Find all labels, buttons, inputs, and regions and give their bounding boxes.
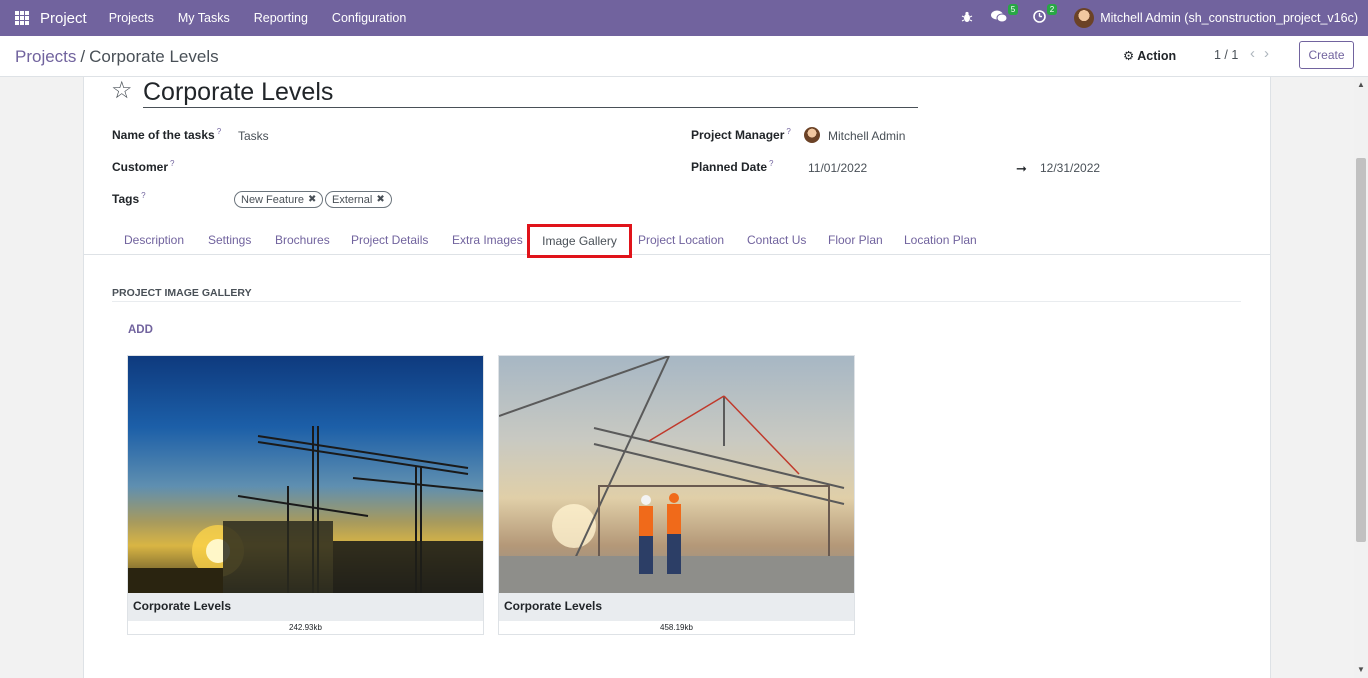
tab-description[interactable]: Description xyxy=(124,233,184,247)
favorite-star-icon[interactable]: ☆ xyxy=(111,78,133,104)
menu-reporting[interactable]: Reporting xyxy=(254,11,308,25)
tag-new-feature[interactable]: New Feature ✖ xyxy=(234,191,324,208)
tags-label: Tags? xyxy=(112,191,146,206)
gallery-card[interactable]: Corporate Levels 242.93kb xyxy=(127,355,484,635)
breadcrumb-separator: / xyxy=(80,47,86,66)
manager-avatar xyxy=(804,127,820,143)
breadcrumb-projects[interactable]: Projects xyxy=(15,47,76,66)
menu-projects[interactable]: Projects xyxy=(109,11,154,25)
arrow-right-icon: ➞ xyxy=(1016,161,1027,176)
gallery-section-title: PROJECT IMAGE GALLERY xyxy=(112,287,252,299)
top-navbar: Project Projects My Tasks Reporting Conf… xyxy=(0,0,1368,36)
planned-end-field[interactable]: 12/31/2022 xyxy=(1040,161,1100,175)
activities-badge: 2 xyxy=(1046,4,1058,15)
tab-brochures[interactable]: Brochures xyxy=(275,233,330,247)
pager-arrows: ‹› xyxy=(1250,45,1278,62)
planned-start-field[interactable]: 11/01/2022 xyxy=(808,161,867,175)
help-mark: ? xyxy=(170,159,175,168)
tasks-label: Name of the tasks? xyxy=(112,127,222,142)
chevron-left-icon[interactable]: ‹ xyxy=(1250,45,1264,62)
gallery-image[interactable] xyxy=(499,356,854,593)
tab-project-details[interactable]: Project Details xyxy=(351,233,428,247)
gallery-image[interactable] xyxy=(128,356,483,593)
gallery-file-size: 458.19kb xyxy=(660,623,693,632)
scroll-down-arrow-icon[interactable]: ▼ xyxy=(1357,665,1365,674)
user-menu[interactable]: Mitchell Admin (sh_construction_project_… xyxy=(1100,11,1358,25)
bug-icon[interactable] xyxy=(961,11,973,26)
messages-badge: 5 xyxy=(1007,4,1019,15)
scroll-up-arrow-icon[interactable]: ▲ xyxy=(1357,80,1365,89)
tab-floor-plan[interactable]: Floor Plan xyxy=(828,233,883,247)
tab-location-plan[interactable]: Location Plan xyxy=(904,233,977,247)
add-image-button[interactable]: ADD xyxy=(128,324,153,336)
tab-image-gallery[interactable]: Image Gallery xyxy=(527,224,632,258)
create-button[interactable]: Create xyxy=(1299,41,1354,69)
systray: 5 2 Mitchell Admin (sh_construction_proj… xyxy=(961,0,1368,36)
pager-value[interactable]: 1 / 1 xyxy=(1214,48,1238,62)
tasks-field[interactable]: Tasks xyxy=(238,129,269,143)
remove-tag-icon[interactable]: ✖ xyxy=(376,194,384,205)
app-brand[interactable]: Project xyxy=(40,10,87,27)
control-panel: Projects / Corporate Levels ⚙ Action 1 / 1… xyxy=(0,36,1368,77)
customer-label: Customer? xyxy=(112,159,175,174)
manager-label: Project Manager? xyxy=(691,127,791,142)
tag-external[interactable]: External ✖ xyxy=(325,191,392,208)
breadcrumb: Projects / Corporate Levels xyxy=(15,47,219,67)
tab-project-location[interactable]: Project Location xyxy=(638,233,724,247)
help-mark: ? xyxy=(769,159,774,168)
manager-field[interactable]: Mitchell Admin xyxy=(828,129,905,143)
menu-configuration[interactable]: Configuration xyxy=(332,11,406,25)
action-button[interactable]: ⚙ Action xyxy=(1123,48,1176,63)
help-mark: ? xyxy=(216,127,222,136)
action-label: Action xyxy=(1137,49,1177,63)
tab-extra-images[interactable]: Extra Images xyxy=(452,233,523,247)
chevron-right-icon[interactable]: › xyxy=(1264,45,1278,62)
gallery-caption: Corporate Levels xyxy=(128,593,483,621)
menu-my-tasks[interactable]: My Tasks xyxy=(178,11,230,25)
tab-settings[interactable]: Settings xyxy=(208,233,251,247)
planned-date-label: Planned Date? xyxy=(691,159,774,174)
remove-tag-icon[interactable]: ✖ xyxy=(308,194,316,205)
user-avatar[interactable] xyxy=(1074,8,1095,28)
section-divider xyxy=(112,301,1241,302)
project-title-field[interactable]: Corporate Levels xyxy=(143,78,918,108)
breadcrumb-current: Corporate Levels xyxy=(89,47,219,66)
apps-menu-icon[interactable] xyxy=(15,11,29,25)
tab-contact-us[interactable]: Contact Us xyxy=(747,233,806,247)
messages-icon[interactable]: 5 xyxy=(991,4,1019,26)
notebook-tabs: Description Settings Brochures Project D… xyxy=(84,226,1270,255)
help-mark: ? xyxy=(141,191,146,200)
gallery-caption: Corporate Levels xyxy=(499,593,854,621)
gallery-file-size: 242.93kb xyxy=(289,623,322,632)
gallery-card[interactable]: Corporate Levels 458.19kb xyxy=(498,355,855,635)
gear-icon: ⚙ xyxy=(1123,49,1135,63)
scrollbar-thumb[interactable] xyxy=(1356,158,1366,542)
clock-icon[interactable]: 2 xyxy=(1033,4,1058,26)
help-mark: ? xyxy=(786,127,791,136)
